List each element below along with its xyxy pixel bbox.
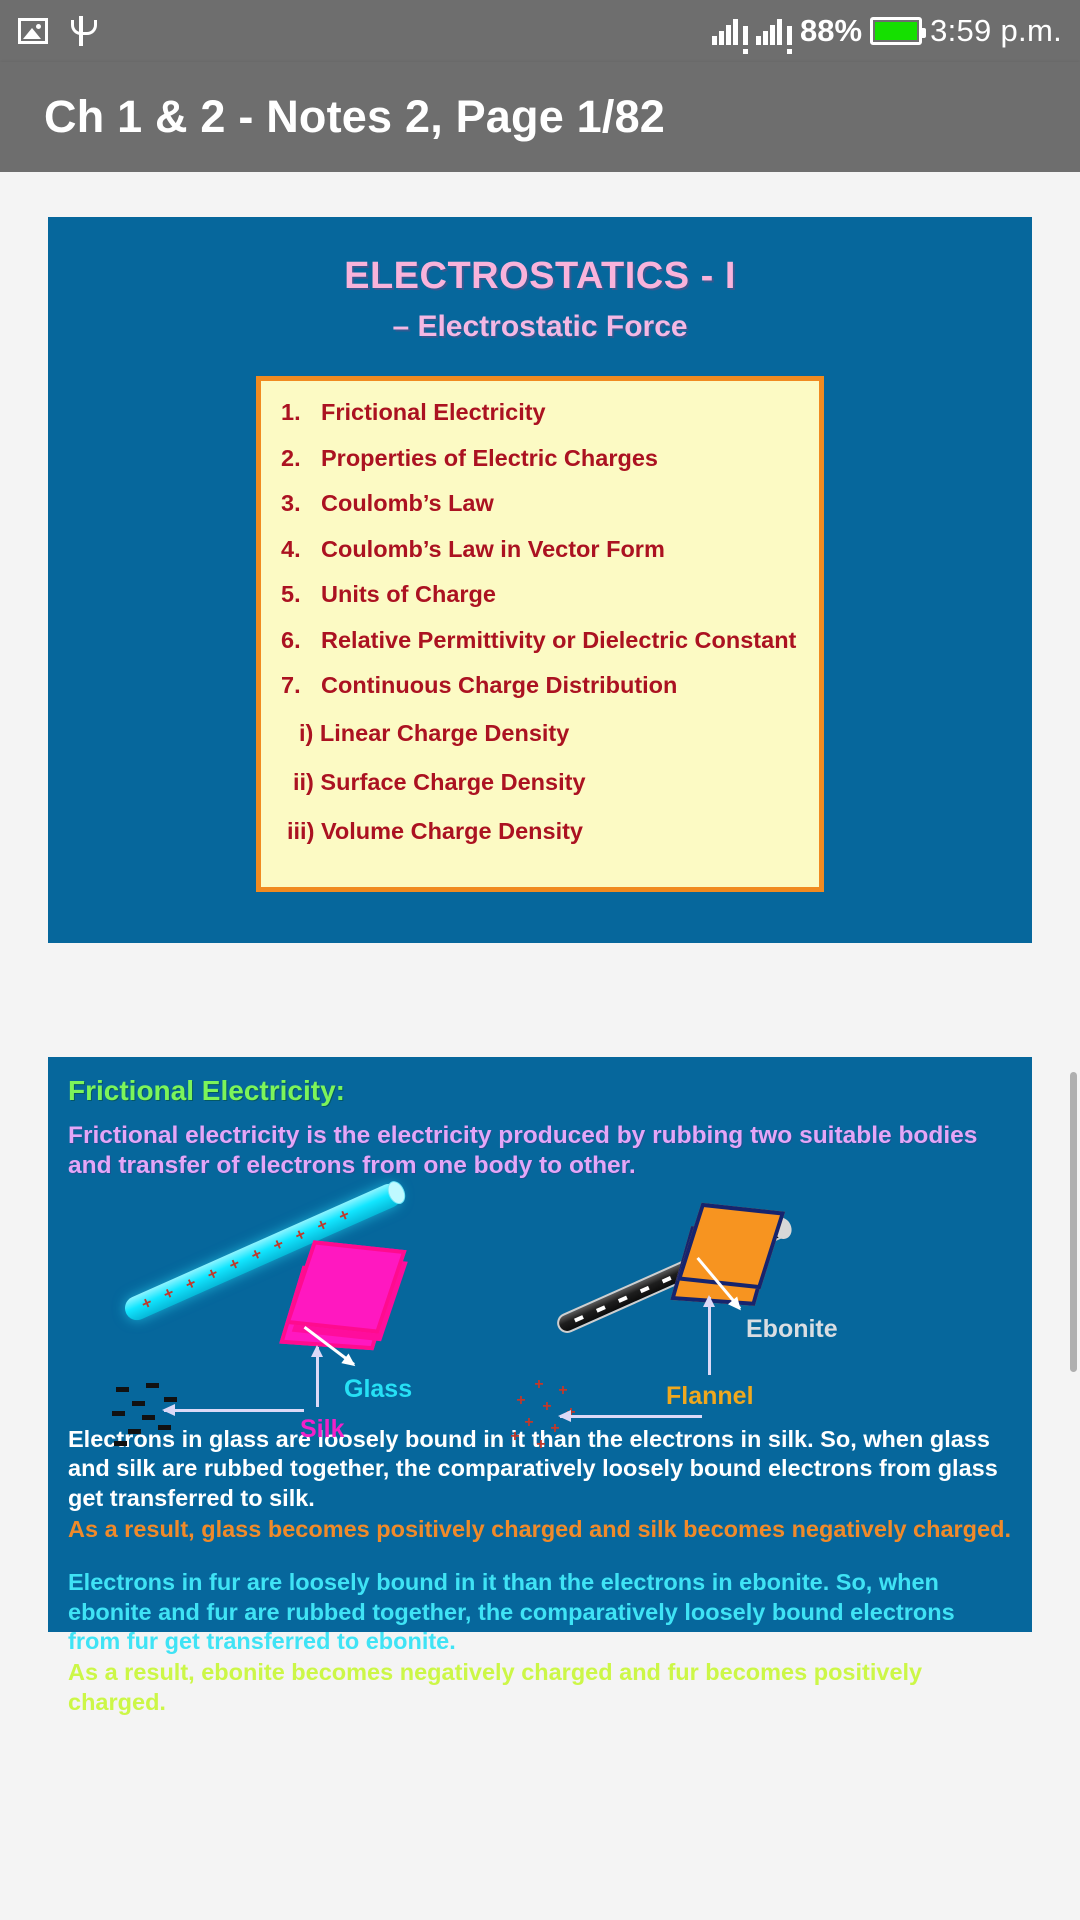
list-item-number: 6. (281, 626, 301, 653)
silk-pointer-arrow (311, 1344, 323, 1407)
label-silk: Silk (300, 1414, 345, 1443)
battery-icon (870, 17, 927, 45)
list-item-number: 1. (281, 399, 301, 425)
vertical-scrollbar-thumb[interactable] (1070, 1072, 1077, 1372)
label-ebonite: Ebonite (746, 1314, 838, 1343)
list-item: 3. Coulomb’s Law (281, 490, 797, 516)
silk-cloth-icon (285, 1239, 407, 1334)
slide1-title: ELECTROSTATICS - I (344, 255, 736, 297)
list-item: 5. Units of Charge (281, 581, 797, 607)
sub-list-item: ii) Surface Charge Density (293, 768, 586, 795)
list-item-number: 4. (281, 535, 301, 562)
list-item-number: 3. (281, 490, 301, 516)
list-item-number: 2. (281, 444, 301, 471)
status-bar-right-icons: 88% 3:59 p.m. (712, 13, 1062, 54)
slide2-heading: Frictional Electricity: (68, 1075, 345, 1106)
label-glass: Glass (344, 1374, 413, 1403)
slide-1: ELECTROSTATICS - I – Electrostatic Force… (48, 217, 1032, 943)
list-item: 7. Continuous Charge Distribution (281, 672, 797, 698)
signal-icon (712, 17, 749, 54)
list-item-label: Units of Charge (321, 581, 496, 607)
signal-icon (756, 17, 793, 54)
list-item: 4. Coulomb’s Law in Vector Form (281, 535, 797, 562)
battery-percent-label: 88% (800, 13, 863, 48)
image-icon (18, 18, 48, 44)
sub-list-item: i) Linear Charge Density (299, 719, 570, 746)
list-item-number: 7. (281, 672, 301, 698)
status-bar: 88% 3:59 p.m. (0, 0, 1080, 62)
positive-charges-cloud: ++ ++ ++ ++ + (510, 1375, 575, 1453)
document-bottom-area (0, 1812, 1080, 1920)
page-title: Ch 1 & 2 - Notes 2, Page 1/82 (44, 91, 666, 142)
list-item: 1. Frictional Electricity (281, 399, 797, 425)
usb-icon (68, 16, 97, 46)
clock-label: 3:59 p.m. (930, 13, 1062, 48)
document-scroll-area[interactable]: ELECTROSTATICS - I – Electrostatic Force… (0, 172, 1080, 1920)
list-item: 6. Relative Permittivity or Dielectric C… (281, 626, 797, 653)
list-item-label: Continuous Charge Distribution (321, 672, 678, 698)
sub-list-item: iii) Volume Charge Density (287, 817, 583, 844)
list-item-label: Relative Permittivity or Dielectric Cons… (321, 626, 797, 653)
negative-charges-cloud (110, 1382, 200, 1449)
frictional-electricity-diagram: + + + + + + + + + + Glass Silk Ebonite F… (68, 1178, 1012, 1452)
list-item-label: Frictional Electricity (321, 399, 546, 425)
list-item-label: Coulomb’s Law (321, 490, 494, 516)
paragraph-glass-result: As a result, glass becomes positively ch… (68, 1515, 1011, 1542)
app-title-bar: Ch 1 & 2 - Notes 2, Page 1/82 (0, 62, 1080, 172)
list-item: 2. Properties of Electric Charges (281, 444, 797, 471)
flannel-cloth-icon (676, 1202, 786, 1290)
list-item-label: Properties of Electric Charges (321, 444, 658, 471)
paragraph-fur-ebonite: Electrons in fur are loosely bound in it… (68, 1569, 955, 1654)
flannel-electron-arrow (558, 1409, 702, 1422)
flannel-pointer-arrow (703, 1294, 715, 1375)
list-item-number: 5. (281, 581, 301, 607)
slide-2: Frictional Electricity: Frictional elect… (48, 1057, 1032, 1715)
slide2-description: Frictional electricity is the electricit… (68, 1122, 978, 1179)
list-item-label: Coulomb’s Law in Vector Form (321, 535, 665, 562)
slide1-subtitle: – Electrostatic Force (392, 310, 688, 343)
status-bar-left-icons (18, 16, 97, 46)
paragraph-ebonite-result: As a result, ebonite becomes negatively … (68, 1659, 923, 1715)
label-flannel: Flannel (666, 1381, 754, 1410)
topics-list-box: 1. Frictional Electricity 2. Properties … (256, 376, 824, 892)
silk-electron-arrow (162, 1403, 304, 1416)
